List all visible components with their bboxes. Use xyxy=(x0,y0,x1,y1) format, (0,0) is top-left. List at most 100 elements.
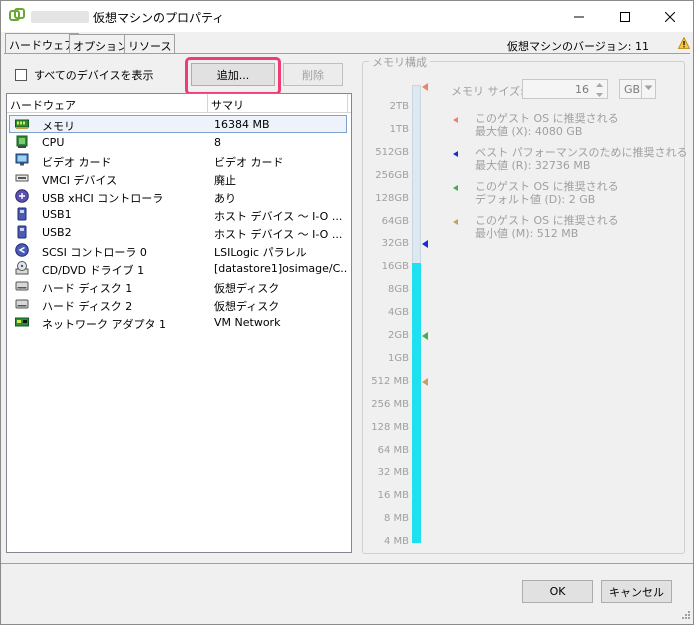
row-summary: 仮想ディスク xyxy=(214,282,280,295)
row-hardware-name: SCSI コントローラ 0 xyxy=(42,246,147,259)
hardware-list[interactable]: ハードウェア サマリ メモリ 16384 MB CPU 8 ビデオ カード ビデオ カード… xyxy=(6,93,352,553)
ok-button[interactable]: OK xyxy=(522,580,593,603)
triangle-marker-icon xyxy=(453,151,458,157)
minimize-button[interactable] xyxy=(556,1,602,32)
table-row[interactable]: ハード ディスク 1 仮想ディスク xyxy=(7,277,351,295)
close-button[interactable] xyxy=(647,1,693,32)
redacted-vm-name xyxy=(31,11,89,23)
column-header-hardware[interactable]: ハードウェア xyxy=(7,94,208,113)
monitor-icon xyxy=(15,153,29,167)
tab-resources[interactable]: リソース xyxy=(124,34,176,54)
hard-disk-icon xyxy=(15,279,29,293)
row-hardware-name: USB1 xyxy=(42,208,72,221)
table-row[interactable]: VMCI デバイス 廃止 xyxy=(7,169,351,187)
remove-button[interactable]: 削除 xyxy=(283,63,343,86)
scsi-controller-icon xyxy=(15,243,29,257)
chevron-down-icon[interactable] xyxy=(641,80,655,98)
scale-tick-label: 128GB xyxy=(375,192,409,204)
vsphere-app-icon xyxy=(9,8,25,21)
memory-marker-icon xyxy=(422,332,428,340)
scale-tick-label: 2TB xyxy=(389,101,409,112)
resize-grip-icon[interactable] xyxy=(679,610,691,622)
table-row[interactable]: ハード ディスク 2 仮想ディスク xyxy=(7,295,351,313)
tab-options[interactable]: オプション xyxy=(69,34,132,54)
table-row[interactable]: USB2 ホスト デバイス 〜 I-O ... xyxy=(7,223,351,241)
row-summary: ホスト デバイス 〜 I-O ... xyxy=(214,210,343,223)
spin-up-icon[interactable] xyxy=(593,81,606,89)
hardware-list-header: ハードウェア サマリ xyxy=(7,94,351,113)
scale-tick-label: 4 MB xyxy=(383,536,409,548)
scale-tick-label: 32GB xyxy=(381,238,409,250)
memory-marker-icon xyxy=(422,240,428,249)
memory-marker-icon xyxy=(422,83,428,91)
memory-icon xyxy=(15,117,29,131)
row-summary: 廃止 xyxy=(214,174,236,187)
hard-disk-icon xyxy=(15,297,29,311)
add-button-highlight xyxy=(185,57,281,95)
scale-tick-label: 512 MB xyxy=(371,375,409,387)
triangle-marker-icon xyxy=(453,185,458,191)
row-summary: 8 xyxy=(214,136,221,149)
scale-tick-label: 256 MB xyxy=(371,398,409,410)
scale-tick-label: 2GB xyxy=(388,330,409,341)
table-row[interactable]: ビデオ カード ビデオ カード xyxy=(7,151,351,169)
spin-down-icon[interactable] xyxy=(593,91,606,99)
usb-device-icon xyxy=(15,207,29,221)
row-summary: ホスト デバイス 〜 I-O ... xyxy=(214,228,343,241)
row-summary: VM Network xyxy=(214,316,281,329)
table-row[interactable]: USB xHCI コントローラ あり xyxy=(7,187,351,205)
minimize-icon xyxy=(574,16,584,17)
usb-device-icon xyxy=(15,225,29,239)
scale-tick-label: 8 MB xyxy=(383,513,409,525)
scale-tick-label: 1GB xyxy=(388,352,409,364)
row-hardware-name: ハード ディスク 1 xyxy=(42,282,133,295)
table-row[interactable]: ネットワーク アダプタ 1 VM Network xyxy=(7,313,351,331)
row-hardware-name: ビデオ カード xyxy=(42,156,112,169)
memory-size-spinner[interactable] xyxy=(593,81,606,97)
memory-marker-icon xyxy=(422,377,428,386)
cpu-icon xyxy=(15,135,29,149)
checkbox-box[interactable] xyxy=(15,69,27,81)
scale-tick-label: 64GB xyxy=(381,215,409,227)
scale-tick-label: 32 MB xyxy=(377,467,409,479)
row-hardware-name: CPU xyxy=(42,136,65,149)
cancel-button[interactable]: キャンセル xyxy=(601,580,672,603)
table-row[interactable]: メモリ 16384 MB xyxy=(7,115,351,133)
network-adapter-icon xyxy=(15,315,29,329)
triangle-marker-icon xyxy=(453,219,458,225)
cd-dvd-icon xyxy=(15,261,29,275)
row-hardware-name: CD/DVD ドライブ 1 xyxy=(42,264,145,277)
recommendation-value: 最大値 (X): 4080 GB xyxy=(475,125,583,138)
table-row[interactable]: CPU 8 xyxy=(7,133,351,151)
memory-slider-fill xyxy=(412,263,421,543)
table-row[interactable]: USB1 ホスト デバイス 〜 I-O ... xyxy=(7,205,351,223)
scale-tick-label: 8GB xyxy=(388,284,409,296)
table-row[interactable]: CD/DVD ドライブ 1 [datastore1]osimage/C... xyxy=(7,259,351,277)
title-bar: 仮想マシンのプロパティ xyxy=(1,1,693,32)
warning-icon[interactable] xyxy=(678,37,690,49)
maximize-button[interactable] xyxy=(602,1,648,32)
scale-tick-label: 4GB xyxy=(388,307,409,319)
table-row[interactable]: SCSI コントローラ 0 LSILogic パラレル xyxy=(7,241,351,259)
scale-tick-label: 16GB xyxy=(381,261,409,273)
row-hardware-name: ネットワーク アダプタ 1 xyxy=(42,318,166,331)
scale-tick-label: 256GB xyxy=(375,169,409,181)
show-all-devices-checkbox[interactable]: すべてのデバイスを表示 xyxy=(15,67,153,83)
recommendation-value: デフォルト値 (D): 2 GB xyxy=(475,193,596,206)
tab-hardware[interactable]: ハードウェア xyxy=(5,33,79,54)
row-summary: ビデオ カード xyxy=(214,156,284,169)
row-summary: 16384 MB xyxy=(214,118,270,131)
recommendation-value: 最大値 (R): 32736 MB xyxy=(475,159,591,172)
scale-tick-label: 128 MB xyxy=(371,421,409,433)
memory-size-label: メモリ サイズ: xyxy=(451,85,524,98)
row-hardware-name: USB xHCI コントローラ xyxy=(42,192,164,205)
column-header-summary[interactable]: サマリ xyxy=(208,94,348,113)
close-icon xyxy=(665,11,675,22)
row-summary: LSILogic パラレル xyxy=(214,246,307,259)
row-hardware-name: ハード ディスク 2 xyxy=(42,300,133,313)
scale-tick-label: 512GB xyxy=(375,146,409,158)
scale-tick-label: 16 MB xyxy=(377,490,409,502)
row-summary: 仮想ディスク xyxy=(214,300,280,313)
show-all-devices-label: すべてのデバイスを表示 xyxy=(34,69,154,82)
scale-tick-label: 64 MB xyxy=(377,444,409,456)
